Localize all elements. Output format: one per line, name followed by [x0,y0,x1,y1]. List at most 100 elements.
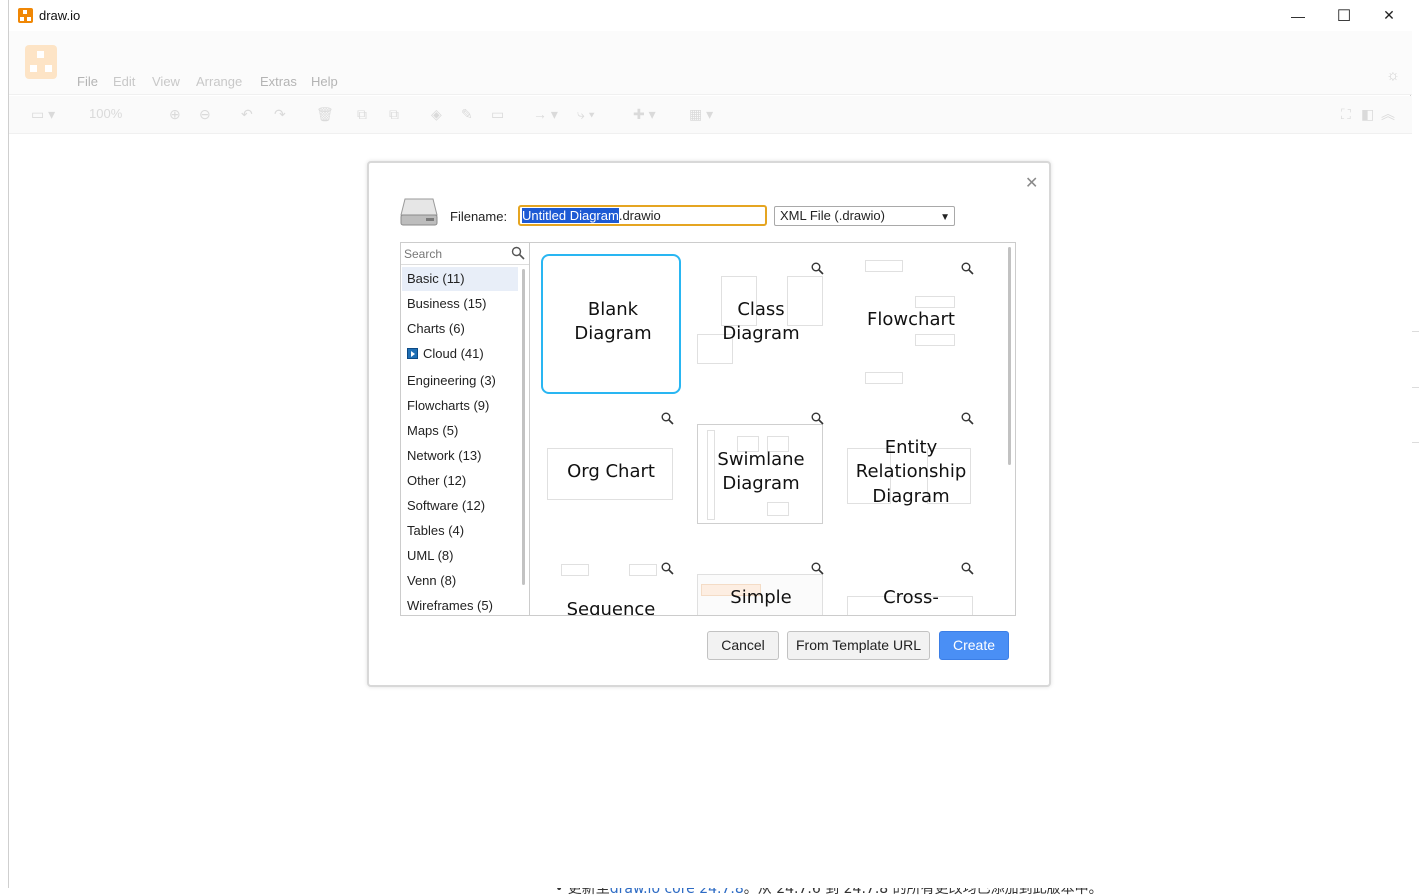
create-button[interactable]: Create [939,631,1009,660]
zoom-level[interactable]: 100% [89,106,122,122]
template-thumbnail [629,564,657,576]
line-color-icon[interactable]: ✎ [461,106,473,122]
template-org-chart[interactable]: Org Chart [541,404,681,544]
preview-zoom-icon[interactable] [661,562,674,575]
preview-zoom-icon[interactable] [961,262,974,275]
category-software[interactable]: Software (12) [402,494,518,518]
close-dialog-icon[interactable]: ✕ [1025,173,1038,193]
search-placeholder: Search [404,247,443,261]
menu-edit[interactable]: Edit [113,74,135,89]
minimize-button[interactable]: — [1275,0,1321,31]
filename-selected-text: Untitled Diagram [522,208,619,223]
category-other[interactable]: Other (12) [402,469,518,493]
filename-input[interactable]: Untitled Diagram.drawio [518,205,767,226]
menu-file[interactable]: File [77,74,98,89]
preview-zoom-icon[interactable] [811,262,824,275]
category-maps[interactable]: Maps (5) [402,419,518,443]
preview-zoom-icon[interactable] [661,412,674,425]
template-label: Blank [587,299,639,320]
template-label: Org Chart [567,461,655,482]
template-entity-relationship-diagram[interactable]: Entity Relationship Diagram [841,404,981,544]
menu-arrange[interactable]: Arrange [196,74,242,89]
category-wireframes[interactable]: Wireframes (5) [402,594,518,615]
category-tables[interactable]: Tables (4) [402,519,518,543]
template-flowchart[interactable]: Flowchart [841,254,981,394]
template-label: Cross- [883,587,939,608]
chevron-down-icon: ▼ [940,212,950,223]
close-window-button[interactable]: ✕ [1366,0,1412,31]
template-search-input[interactable]: Search [401,243,529,265]
collapse-icon[interactable]: ︽ [1381,106,1395,122]
drawio-app-icon [18,8,33,23]
desktop-divider [1411,442,1419,443]
template-label: Flowchart [867,309,955,330]
template-cross-functional[interactable]: Cross- [841,554,981,615]
zoom-out-icon[interactable]: ⊖ [199,106,211,122]
preview-zoom-icon[interactable] [961,412,974,425]
template-thumbnail [767,502,789,516]
maximize-button[interactable]: ☐ [1321,0,1367,31]
connection-icon[interactable]: → ▾ [533,106,558,122]
desktop-background [1411,0,1419,896]
template-label: Entity [884,437,938,458]
template-label: Diagram [574,323,652,344]
template-label: Simple [730,587,792,608]
filename-extension: .drawio [618,208,661,223]
theme-toggle-icon[interactable]: ☼ [1385,68,1401,84]
preview-zoom-icon[interactable] [961,562,974,575]
undo-icon[interactable]: ↶ [241,106,253,122]
to-front-icon[interactable]: ⧉ [357,106,367,122]
template-label: Sequence [566,599,656,615]
category-basic[interactable]: Basic (11) [402,267,518,291]
template-thumbnail [915,296,955,308]
from-template-url-button[interactable]: From Template URL [787,631,930,660]
menu-extras[interactable]: Extras [260,74,297,89]
delete-icon[interactable]: 🗑 [316,106,334,122]
template-grid: Blank Diagram Class Diagram Flowchart Or… [531,243,1015,615]
template-label: Diagram [722,473,800,494]
template-class-diagram[interactable]: Class Diagram [691,254,831,394]
redo-icon[interactable]: ↷ [274,106,286,122]
cloud-icon [407,348,418,359]
category-venn[interactable]: Venn (8) [402,569,518,593]
insert-icon[interactable]: ✚ ▾ [633,106,656,122]
filename-label: Filename: [450,209,508,224]
waypoints-icon[interactable]: ⤷ ▾ [577,106,595,122]
category-cloud[interactable]: Cloud (41) [402,342,518,366]
fullscreen-icon[interactable]: ⛶ [1341,106,1351,122]
template-scrollbar[interactable] [1008,247,1011,465]
title-bar: draw.io — ☐ ✕ [9,0,1412,31]
category-engineering[interactable]: Engineering (3) [402,369,518,393]
panel-toggle-icon[interactable]: ◧ [1361,106,1374,122]
category-uml[interactable]: UML (8) [402,544,518,568]
template-simple[interactable]: Simple [691,554,831,615]
zoom-in-icon[interactable]: ⊕ [169,106,181,122]
search-icon[interactable] [511,246,525,260]
category-business[interactable]: Business (15) [402,292,518,316]
template-swimlane-diagram[interactable]: Swimlane Diagram [691,404,831,544]
sidebar-scrollbar[interactable] [522,269,525,585]
shadow-icon[interactable]: ▭ [491,106,504,122]
category-flowcharts[interactable]: Flowcharts (9) [402,394,518,418]
file-format-select[interactable]: XML File (.drawio) ▼ [774,206,955,226]
template-thumbnail [865,372,903,384]
preview-zoom-icon[interactable] [811,562,824,575]
to-back-icon[interactable]: ⧉ [389,106,399,122]
template-blank-diagram[interactable]: Blank Diagram [541,254,681,394]
template-thumbnail [865,260,903,272]
category-charts[interactable]: Charts (6) [402,317,518,341]
file-format-value: XML File (.drawio) [780,208,885,223]
fill-color-icon[interactable]: ◈ [431,106,442,122]
drawio-logo [25,45,57,79]
category-network[interactable]: Network (13) [402,444,518,468]
cancel-button[interactable]: Cancel [707,631,779,660]
menu-view[interactable]: View [152,74,180,89]
menu-help[interactable]: Help [311,74,338,89]
window-title: draw.io [39,8,81,23]
close-icon: ✕ [1383,7,1395,23]
format-panel-icon[interactable]: ▭ ▾ [31,106,55,122]
template-label: Relationship [855,461,967,482]
table-icon[interactable]: ▦ ▾ [689,106,713,122]
template-sequence[interactable]: Sequence [541,554,681,615]
preview-zoom-icon[interactable] [811,412,824,425]
